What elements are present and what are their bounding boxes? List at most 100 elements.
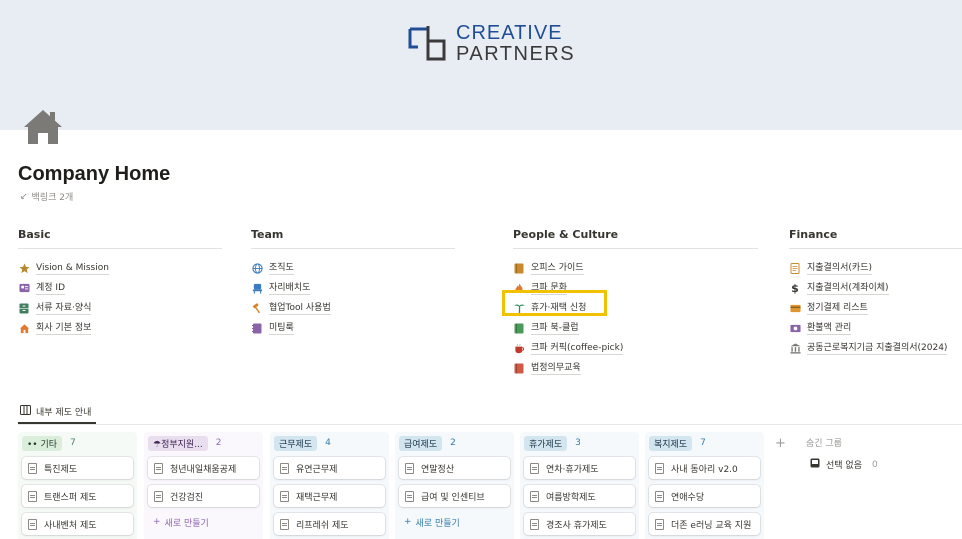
- page-icon: [154, 490, 163, 502]
- page-home-icon[interactable]: [22, 106, 64, 148]
- page-icon: [154, 462, 163, 474]
- backlinks-label: 백링크 2개: [31, 193, 74, 203]
- group-tag[interactable]: 복지제도: [649, 435, 693, 451]
- board-card[interactable]: 더존 e러닝 교육 지원: [649, 513, 760, 535]
- plus-icon: +: [153, 517, 161, 527]
- add-group-button[interactable]: +: [775, 436, 786, 451]
- group-tag[interactable]: ☂정부지원...: [148, 435, 208, 451]
- page-icon: [280, 462, 289, 474]
- board-card[interactable]: 사내 동아리 v2.0: [649, 457, 760, 479]
- link-org-chart[interactable]: 조직도: [251, 258, 455, 278]
- hammer-icon: [251, 302, 263, 314]
- link-office-guide[interactable]: 오피스 가이드: [513, 258, 758, 278]
- board-card[interactable]: 재택근무제: [274, 485, 385, 507]
- board-card[interactable]: 사내벤처 제도: [22, 513, 133, 535]
- board-card[interactable]: 트랜스퍼 제도: [22, 485, 133, 507]
- green-book-icon: [513, 322, 525, 334]
- link-vision-mission[interactable]: Vision & Mission: [18, 258, 222, 278]
- link-documents-forms[interactable]: 서류 자료·양식: [18, 298, 222, 318]
- book-icon: [513, 262, 525, 274]
- money-icon: [789, 322, 801, 334]
- link-seat-map[interactable]: 자리배치도: [251, 278, 455, 298]
- group-count: 3: [575, 438, 581, 448]
- column-heading: Finance: [789, 228, 962, 249]
- group-tag[interactable]: 급여제도: [399, 435, 443, 451]
- page-icon: [655, 462, 664, 474]
- board-card[interactable]: 특진제도: [22, 457, 133, 479]
- column-heading: Basic: [18, 228, 222, 249]
- group-count: 7: [700, 438, 706, 448]
- board-view-icon: [20, 405, 31, 418]
- page-icon: [28, 518, 37, 530]
- link-expense-transfer[interactable]: $ 지출결의서(계좌이체): [789, 278, 962, 298]
- board-group-salary: 급여제도 2 연말정산 급여 및 인센티브 + 새로 만들기: [395, 432, 514, 539]
- view-divider: [18, 424, 962, 425]
- column-team: Team 조직도 자리배치도 협업Tool 사용법 미팅룩: [251, 228, 455, 338]
- column-heading: People & Culture: [513, 228, 758, 249]
- highlight-box: [502, 290, 607, 316]
- hidden-group-item[interactable]: 선택 없음 0: [810, 458, 878, 471]
- inbox-icon: [810, 458, 820, 471]
- umbrella-icon: ☂: [153, 439, 162, 450]
- group-tag[interactable]: 휴가제도: [524, 435, 568, 451]
- page-icon: [280, 490, 289, 502]
- plus-icon: +: [404, 517, 412, 527]
- board-group-welfare: 복지제도 7 사내 동아리 v2.0 연애수당 더존 e러닝 교육 지원: [645, 432, 764, 539]
- star-icon: [18, 262, 30, 274]
- column-basic: Basic Vision & Mission 계정 ID 서류 자료·양식 회사…: [18, 228, 222, 338]
- board-card[interactable]: 건강검진: [148, 485, 259, 507]
- dollar-icon: $: [791, 281, 799, 295]
- link-meeting-notes[interactable]: 미팅룩: [251, 318, 455, 338]
- view-tab-board[interactable]: 내부 제도 안내: [20, 405, 91, 418]
- document-icon: [789, 262, 801, 274]
- new-item-button[interactable]: + 새로 만들기: [148, 513, 259, 531]
- link-company-info[interactable]: 회사 기본 정보: [18, 318, 222, 338]
- group-tag[interactable]: •• 기타: [22, 435, 63, 451]
- board-card[interactable]: 연애수당: [649, 485, 760, 507]
- link-expense-card[interactable]: 지출결의서(카드): [789, 258, 962, 278]
- page-cover: CREATIVE PARTNERS: [0, 0, 962, 130]
- page-icon: [530, 490, 539, 502]
- page-title: Company Home: [18, 163, 171, 185]
- group-tag[interactable]: 근무제도: [274, 435, 318, 451]
- board-card[interactable]: 연말정산: [399, 457, 510, 479]
- group-count: 4: [325, 438, 331, 448]
- link-refund-management[interactable]: 환불액 관리: [789, 318, 962, 338]
- board-card[interactable]: 경조사 휴가제도: [524, 513, 635, 535]
- page-icon: [655, 490, 664, 502]
- board-group-vacation: 휴가제도 3 연차·휴가제도 여름방학제도 경조사 휴가제도: [520, 432, 639, 539]
- board-card[interactable]: 급여 및 인센티브: [399, 485, 510, 507]
- page-icon: [655, 518, 664, 530]
- page-icon: [530, 462, 539, 474]
- backlink-arrow-icon: ↙: [20, 191, 28, 202]
- page-icon: [280, 518, 289, 530]
- backlinks-link[interactable]: ↙ 백링크 2개: [20, 190, 74, 204]
- hidden-groups-label: 숨긴 그룹: [806, 439, 842, 449]
- logo-mark-icon: [408, 23, 448, 63]
- logo-line-2: PARTNERS: [456, 42, 576, 65]
- page-icon: [28, 462, 37, 474]
- link-account-id[interactable]: 계정 ID: [18, 278, 222, 298]
- board-card[interactable]: 유연근무제: [274, 457, 385, 479]
- file-cabinet-icon: [18, 302, 30, 314]
- link-subscription-list[interactable]: 정기결제 리스트: [789, 298, 962, 318]
- board-card[interactable]: 연차·휴가제도: [524, 457, 635, 479]
- page-icon: [405, 490, 414, 502]
- link-welfare-fund-expense[interactable]: 공동근로복지기금 지출결의서(2024): [789, 338, 962, 358]
- column-heading: Team: [251, 228, 455, 249]
- globe-icon: [251, 262, 263, 274]
- view-tab-underline: [18, 422, 96, 424]
- page-icon: [530, 518, 539, 530]
- board-card[interactable]: 리프레쉬 제도: [274, 513, 385, 535]
- new-item-button[interactable]: + 새로 만들기: [399, 513, 510, 531]
- bank-icon: [789, 342, 801, 354]
- link-book-club[interactable]: 크파 북-클럽: [513, 318, 758, 338]
- coffee-icon: [513, 342, 525, 354]
- link-coffee-pick[interactable]: 크파 커픽(coffee-pick): [513, 338, 758, 358]
- board-card[interactable]: 청년내일채움공제: [148, 457, 259, 479]
- company-logo: CREATIVE PARTNERS: [408, 22, 575, 64]
- board-card[interactable]: 여름방학제도: [524, 485, 635, 507]
- notebook-icon: [251, 322, 263, 334]
- link-legal-training[interactable]: 법정의무교육: [513, 358, 758, 378]
- link-collab-tools[interactable]: 협업Tool 사용법: [251, 298, 455, 318]
